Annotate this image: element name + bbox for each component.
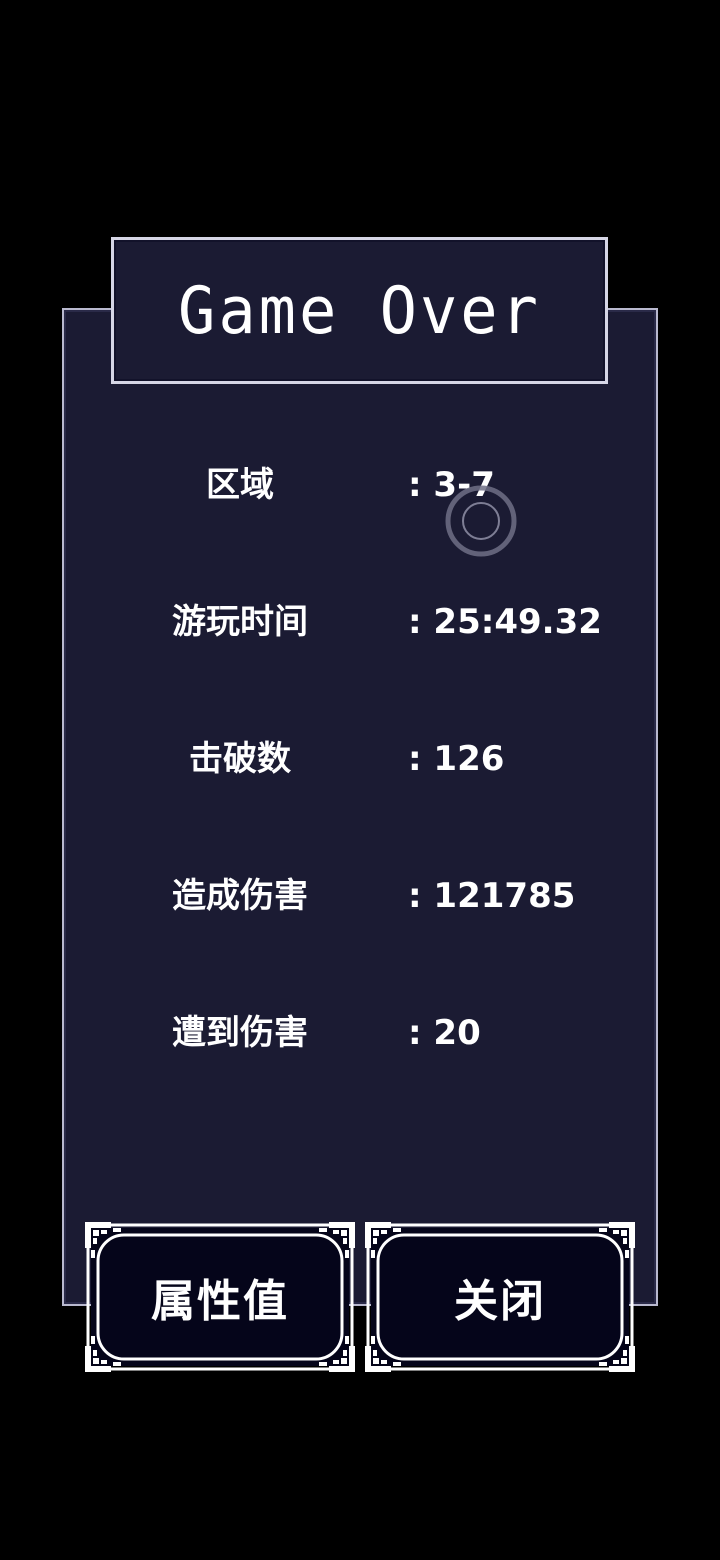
stat-label-area: 区域 [206, 465, 274, 505]
stat-row-kills: 击破数 : 126 [62, 729, 658, 789]
touch-ring-icon [445, 485, 517, 557]
stat-row-damage-taken: 遭到伤害 : 20 [62, 1003, 658, 1063]
attributes-button[interactable]: 属性值 [85, 1222, 355, 1372]
stat-row-damage-dealt: 造成伤害 : 121785 [62, 866, 658, 926]
stat-value-damage-taken: : 20 [408, 1013, 481, 1053]
stat-value-damage-dealt: : 121785 [408, 876, 576, 916]
dialog-title: Game Over [178, 272, 541, 349]
title-banner: Game Over [111, 237, 608, 384]
stat-label-kills: 击破数 [189, 739, 291, 779]
game-over-screen: Game Over 区域 : 3-7 游玩时间 : 25:49.32 击破数 :… [0, 0, 720, 1560]
stat-value-playtime: : 25:49.32 [408, 602, 602, 642]
stat-row-area: 区域 : 3-7 [62, 455, 658, 515]
close-button[interactable]: 关闭 [365, 1222, 635, 1372]
stat-label-damage-dealt: 造成伤害 [172, 876, 308, 916]
attributes-button-label: 属性值 [151, 1276, 289, 1327]
close-button-label: 关闭 [454, 1276, 546, 1327]
stat-row-playtime: 游玩时间 : 25:49.32 [62, 592, 658, 652]
stat-label-damage-taken: 遭到伤害 [172, 1013, 308, 1053]
stat-label-playtime: 游玩时间 [172, 602, 308, 642]
stat-value-kills: : 126 [408, 739, 505, 779]
